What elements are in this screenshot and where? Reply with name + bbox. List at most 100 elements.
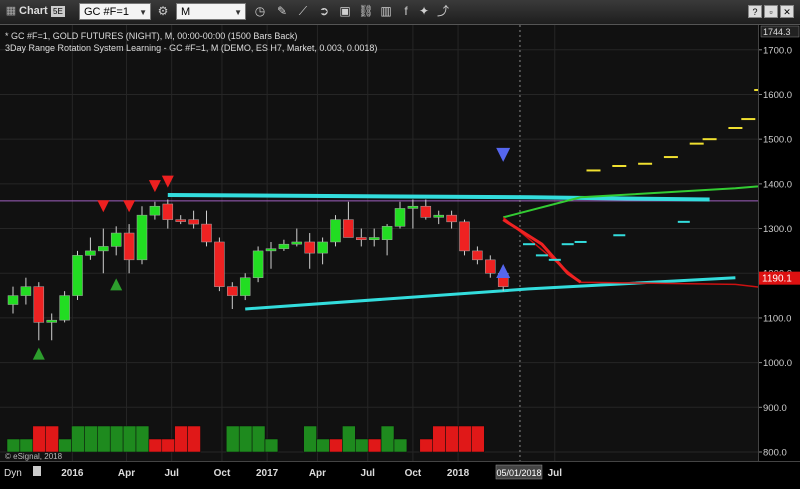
next-arrow-icon[interactable]: ➲ bbox=[315, 3, 333, 20]
candles bbox=[7, 199, 509, 341]
candle bbox=[291, 228, 303, 247]
sell-signal-arrow bbox=[97, 200, 110, 213]
time-label: Apr bbox=[309, 468, 326, 479]
chevron-down-icon[interactable]: ▼ bbox=[234, 4, 242, 21]
histogram-bar bbox=[187, 425, 201, 453]
candle bbox=[472, 246, 483, 265]
twitter-icon[interactable]: ✦ bbox=[415, 3, 433, 20]
time-label: Jul bbox=[548, 468, 563, 479]
candle-body bbox=[446, 214, 457, 223]
candle bbox=[368, 228, 380, 247]
histogram-bar bbox=[342, 425, 356, 453]
candle bbox=[201, 210, 212, 247]
interval-select[interactable]: M ▼ bbox=[176, 3, 246, 20]
candle bbox=[20, 277, 32, 305]
candle-body bbox=[214, 241, 225, 287]
candle-body bbox=[98, 246, 109, 252]
candle-body bbox=[72, 255, 83, 296]
histogram-bar bbox=[471, 425, 485, 453]
grid-icon[interactable]: ▥ bbox=[377, 3, 395, 20]
chart-title-label: Chart bbox=[19, 5, 48, 17]
time-label: 2017 bbox=[256, 468, 279, 479]
histogram-bar bbox=[84, 425, 98, 453]
price-label: 1500.0 bbox=[763, 135, 792, 146]
candle bbox=[7, 286, 19, 314]
top-price-label: 1744.3 bbox=[763, 27, 791, 37]
histogram-bar bbox=[226, 425, 240, 453]
chevron-down-icon[interactable]: ▼ bbox=[139, 4, 147, 21]
price-label: 1100.0 bbox=[763, 313, 791, 324]
histogram-bar bbox=[316, 438, 330, 453]
candle bbox=[381, 224, 393, 256]
price-label: 1000.0 bbox=[763, 358, 792, 369]
histogram-bar bbox=[45, 425, 59, 453]
dyn-label: Dyn bbox=[4, 468, 22, 479]
symbol-value: GC #F=1 bbox=[84, 6, 129, 18]
candle-body bbox=[252, 250, 264, 278]
candle-body bbox=[85, 250, 96, 256]
settings-gear-icon[interactable]: ⚙ bbox=[154, 3, 172, 20]
candle bbox=[149, 201, 161, 220]
histogram-bar bbox=[148, 438, 163, 453]
candle-body bbox=[188, 219, 199, 225]
histogram-bar bbox=[303, 425, 317, 453]
draw-pencil-icon[interactable]: ✎ bbox=[273, 3, 291, 20]
candle-body bbox=[330, 219, 341, 243]
price-chart-area[interactable]: * GC #F=1, GOLD FUTURES (NIGHT), M, 00:0… bbox=[0, 25, 800, 461]
candle bbox=[98, 228, 109, 274]
candle bbox=[420, 199, 432, 220]
cyan-support-line bbox=[245, 276, 736, 311]
time-axis[interactable]: Dyn 2016 Apr Jul Oct 2017 Apr Jul Oct 2018 Jul 05/0… bbox=[0, 461, 800, 484]
sell-signal-arrow bbox=[148, 180, 161, 193]
close-button[interactable]: ✕ bbox=[780, 5, 794, 18]
draw-line-icon[interactable]: ⟋ bbox=[294, 3, 312, 20]
candle-body bbox=[227, 286, 238, 296]
share-icon[interactable]: ⤴ bbox=[434, 3, 452, 20]
time-label: Apr bbox=[118, 468, 135, 479]
symbol-input[interactable]: GC #F=1 ▼ bbox=[79, 3, 151, 20]
candle-body bbox=[136, 214, 148, 261]
time-label: Oct bbox=[214, 468, 231, 479]
candle-body bbox=[394, 208, 406, 227]
candle bbox=[214, 237, 225, 292]
link-badge[interactable]: 5E bbox=[51, 6, 65, 17]
candle bbox=[59, 291, 70, 323]
histogram-bar bbox=[264, 438, 279, 453]
facebook-icon[interactable]: f bbox=[397, 3, 415, 20]
histogram-bar bbox=[135, 425, 150, 453]
link-icon[interactable]: ⛓ bbox=[357, 3, 375, 20]
price-label: 1700.0 bbox=[763, 45, 792, 56]
chart-menu-icon[interactable]: ▦ bbox=[4, 3, 18, 20]
candle-body bbox=[407, 205, 419, 209]
candle bbox=[123, 224, 135, 274]
candle bbox=[239, 273, 251, 301]
maximize-button[interactable]: ▫ bbox=[764, 5, 778, 18]
histogram-bar bbox=[432, 425, 446, 453]
histogram-bar bbox=[71, 425, 85, 453]
histogram-bar bbox=[161, 438, 175, 453]
clock-icon[interactable]: ◷ bbox=[251, 3, 269, 20]
candle-body bbox=[162, 203, 174, 220]
histogram-bar bbox=[419, 438, 433, 453]
histogram-bar bbox=[97, 425, 111, 453]
histogram-bar bbox=[355, 438, 369, 453]
cyan-resistance-line bbox=[167, 193, 710, 202]
sell-signal-arrow bbox=[123, 200, 136, 213]
candle-body bbox=[123, 232, 135, 261]
save-icon[interactable]: ▣ bbox=[336, 3, 354, 20]
candle-body bbox=[46, 319, 57, 323]
help-button[interactable]: ? bbox=[748, 5, 762, 18]
histogram-bar bbox=[367, 438, 382, 453]
candle bbox=[433, 210, 444, 225]
candle bbox=[252, 246, 264, 283]
dyn-toggle-button bbox=[33, 466, 41, 476]
time-label: 2018 bbox=[447, 468, 470, 479]
histogram-bar bbox=[122, 425, 137, 453]
candle-body bbox=[201, 223, 212, 243]
candle bbox=[136, 206, 148, 265]
legend-symbol-line: * GC #F=1, GOLD FUTURES (NIGHT), M, 00:0… bbox=[5, 31, 298, 41]
candle-body bbox=[20, 286, 32, 296]
price-label: 1400.0 bbox=[763, 179, 792, 190]
price-axis[interactable]: 1700.01600.01500.01400.01300.01200.01100… bbox=[758, 25, 800, 461]
candle bbox=[175, 215, 186, 225]
